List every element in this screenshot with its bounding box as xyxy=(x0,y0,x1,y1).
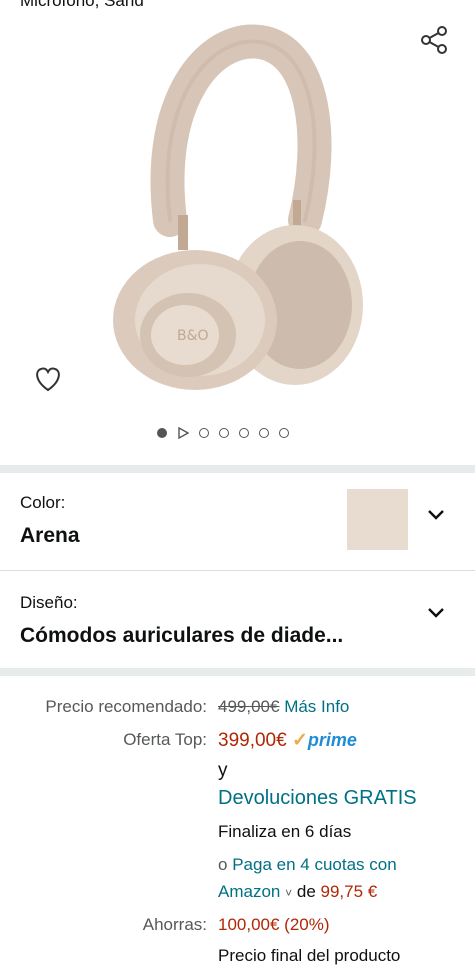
installments-line-2: Amazon ˅ de 99,75 € xyxy=(218,882,377,902)
installments-link-amazon[interactable]: Amazon xyxy=(218,882,280,901)
free-returns-link[interactable]: Devoluciones GRATIS xyxy=(218,787,417,810)
favorite-heart-icon[interactable] xyxy=(33,365,63,393)
design-value[interactable]: Cómodos auriculares de diade... xyxy=(20,624,343,648)
carousel-dot[interactable] xyxy=(259,428,269,438)
list-price-label: Precio recomendado: xyxy=(45,697,207,716)
carousel-dot-active[interactable] xyxy=(157,428,167,438)
section-separator xyxy=(0,668,475,676)
carousel-dot[interactable] xyxy=(279,428,289,438)
carousel-pagination xyxy=(157,425,289,441)
list-price: 499,00€ xyxy=(218,697,280,716)
offer-price: 399,00€ xyxy=(218,730,287,751)
installments-line-1: o Paga en 4 cuotas con xyxy=(218,855,397,875)
installments-amount: 99,75 € xyxy=(320,882,378,901)
more-info-link[interactable]: Más Info xyxy=(284,697,349,716)
color-swatch[interactable] xyxy=(347,489,408,550)
svg-text:B&O: B&O xyxy=(177,328,209,344)
color-chevron-down-icon[interactable] xyxy=(427,509,445,521)
carousel-dot[interactable] xyxy=(239,428,249,438)
final-price-text: Precio final del producto xyxy=(218,946,401,965)
savings-value: 100,00€ (20%) xyxy=(218,915,330,934)
installments-link[interactable]: Paga en 4 cuotas con xyxy=(232,855,396,874)
color-label: Color: xyxy=(20,493,66,512)
installments-chevron-icon[interactable]: ˅ xyxy=(285,886,292,900)
product-title-fragment: Micrófono, Sand xyxy=(20,0,144,10)
row-divider xyxy=(0,570,475,571)
product-image[interactable]: B&O xyxy=(100,20,380,400)
section-separator xyxy=(0,465,475,473)
carousel-dot[interactable] xyxy=(199,428,209,438)
design-label: Diseño: xyxy=(20,593,78,612)
design-chevron-down-icon[interactable] xyxy=(427,607,445,619)
offer-label: Oferta Top: xyxy=(123,730,207,749)
share-icon[interactable] xyxy=(418,24,450,56)
offer-price-line: 399,00€ ✓prime xyxy=(218,729,357,752)
prime-check-icon: ✓ xyxy=(291,730,308,751)
list-price-line: 499,00€ Más Info xyxy=(218,697,349,717)
prime-logo: prime xyxy=(307,730,357,750)
installments-of-text: de xyxy=(296,882,316,901)
installments-prefix: o xyxy=(218,855,228,874)
and-text: y xyxy=(218,760,228,781)
savings-label: Ahorras: xyxy=(142,915,207,934)
video-play-icon[interactable] xyxy=(177,427,189,439)
offer-ends-text: Finaliza en 6 días xyxy=(218,822,352,841)
carousel-dot[interactable] xyxy=(219,428,229,438)
color-value: Arena xyxy=(20,524,80,547)
